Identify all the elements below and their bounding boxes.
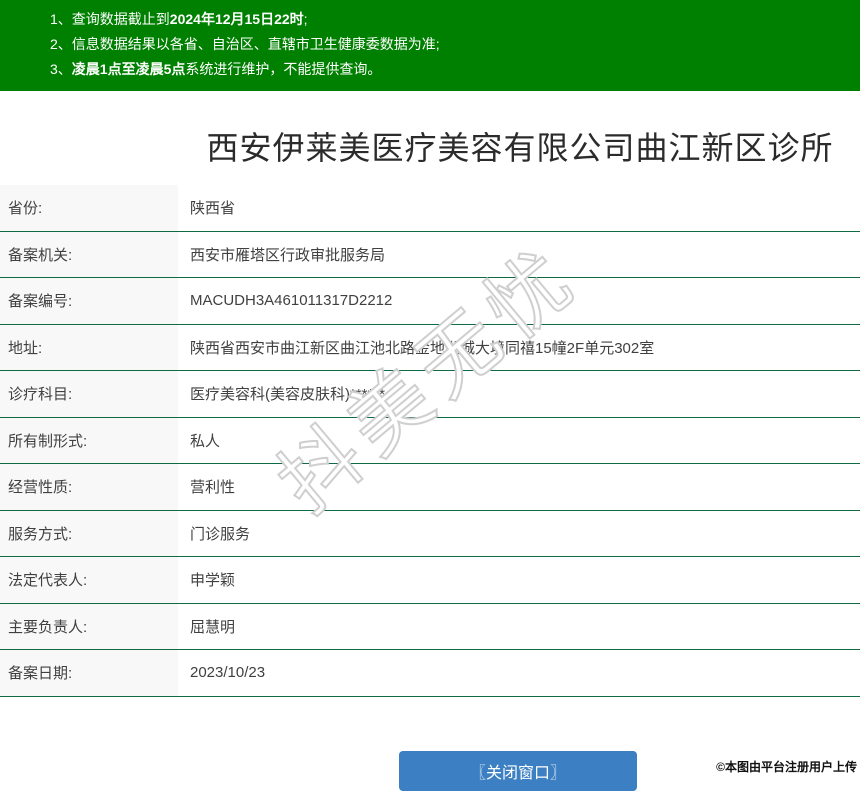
row-label: 所有制形式: (0, 417, 178, 463)
table-row-principal: 主要负责人: 屈慧明 (0, 603, 860, 650)
row-value: 申学颖 (190, 572, 236, 590)
row-value: 2023/10/23 (190, 664, 266, 682)
row-label: 备案日期: (0, 650, 178, 696)
row-value: 门诊服务 (190, 525, 251, 543)
notice-line-1: 1、查询数据截止到2024年12月15日22时; (50, 7, 860, 32)
notice-line-3: 3、凌晨1点至凌晨5点系统进行维护，不能提供查询。 (50, 57, 860, 82)
row-value: 屈慧明 (190, 618, 236, 636)
table-row-registry-authority: 备案机关: 西安市雁塔区行政审批服务局 (0, 231, 860, 278)
row-value: 营利性 (190, 479, 236, 497)
notice-3-num: 3、 (50, 61, 72, 77)
notice-3-tail: 系统进行维护，不能提供查询。 (185, 61, 382, 77)
table-row-service-mode: 服务方式: 门诊服务 (0, 510, 860, 557)
row-label: 法定代表人: (0, 557, 178, 603)
notice-1-num: 1、 (50, 11, 72, 27)
row-value: 陕西省 (190, 200, 236, 218)
table-row-business-nature: 经营性质: 营利性 (0, 464, 860, 511)
row-label: 服务方式: (0, 510, 178, 556)
notice-3-bold: 凌晨1点至凌晨5点 (71, 61, 186, 77)
table-row-record-number: 备案编号: MACUDH3A461011317D2212 (0, 278, 860, 325)
notice-1-tail: ; (303, 11, 308, 27)
close-window-button[interactable]: 〖关闭窗口〗 (399, 750, 637, 791)
row-value: 西安市雁塔区行政审批服务局 (190, 246, 386, 264)
notice-line-2: 2、信息数据结果以各省、自治区、直辖市卫生健康委数据为准; (50, 32, 860, 57)
upload-credit-text: ©本图由平台注册用户上传 (716, 760, 857, 774)
page-title: 西安伊莱美医疗美容有限公司曲江新区诊所 (206, 130, 834, 166)
page-container: 1、查询数据截止到2024年12月15日22时; 2、信息数据结果以各省、自治区… (0, 0, 860, 791)
row-label: 主要负责人: (0, 603, 178, 649)
row-label: 备案编号: (0, 278, 178, 324)
notice-banner: 1、查询数据截止到2024年12月15日22时; 2、信息数据结果以各省、自治区… (0, 0, 860, 91)
row-value: 私人 (190, 432, 221, 450)
row-label: 省份: (0, 185, 178, 231)
notice-1-bold: 2024年12月15日22时 (169, 11, 304, 27)
row-value: MACUDH3A461011317D2212 (190, 292, 393, 310)
table-row-province: 省份: 陕西省 (0, 185, 860, 232)
row-label: 经营性质: (0, 464, 178, 510)
table-row-ownership-type: 所有制形式: 私人 (0, 417, 860, 464)
table-row-record-date: 备案日期: 2023/10/23 (0, 650, 860, 697)
table-row-legal-representative: 法定代表人: 申学颖 (0, 557, 860, 604)
notice-1-text: 查询数据截止到 (71, 11, 170, 27)
table-row-address: 地址: 陕西省西安市曲江新区曲江池北路金地湖城大境同禧15幢2F单元302室 (0, 324, 860, 371)
row-value: 医疗美容科(美容皮肤科)****** (190, 386, 386, 404)
row-label: 地址: (0, 324, 178, 370)
table-row-clinical-subjects: 诊疗科目: 医疗美容科(美容皮肤科)****** (0, 371, 860, 418)
notice-2-text: 信息数据结果以各省、自治区、直辖市卫生健康委数据为准; (71, 36, 440, 52)
notice-2-num: 2、 (50, 36, 72, 52)
row-value: 陕西省西安市曲江新区曲江池北路金地湖城大境同禧15幢2F单元302室 (190, 339, 655, 357)
info-table: 省份: 陕西省 备案机关: 西安市雁塔区行政审批服务局 备案编号: MACUDH… (0, 185, 860, 697)
row-label: 备案机关: (0, 231, 178, 277)
row-label: 诊疗科目: (0, 371, 178, 417)
